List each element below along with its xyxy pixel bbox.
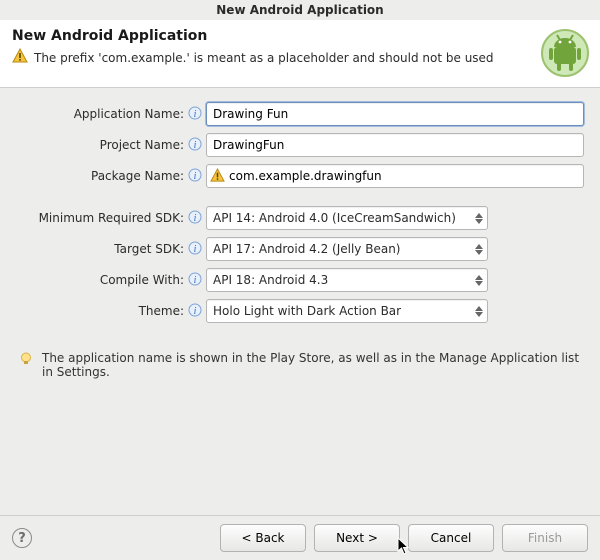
chevron-updown-icon	[475, 305, 483, 318]
android-icon	[540, 28, 590, 81]
warning-icon	[12, 48, 28, 67]
help-button[interactable]: ?	[12, 528, 32, 548]
info-icon[interactable]: i	[188, 106, 202, 123]
next-button[interactable]: Next >	[314, 524, 400, 552]
page-title: New Android Application	[12, 28, 588, 44]
button-bar: ? < Back Next > Cancel Finish	[0, 516, 600, 560]
project-name-input[interactable]	[206, 133, 584, 157]
svg-text:i: i	[194, 213, 197, 224]
chevron-updown-icon	[475, 243, 483, 256]
finish-button[interactable]: Finish	[502, 524, 588, 552]
theme-label: Theme:	[4, 304, 186, 318]
min-sdk-value: API 14: Android 4.0 (IceCreamSandwich)	[213, 211, 456, 225]
compile-with-value: API 18: Android 4.3	[213, 273, 328, 287]
project-name-label: Project Name:	[4, 138, 186, 152]
info-icon[interactable]: i	[188, 272, 202, 289]
lightbulb-icon	[18, 351, 34, 370]
app-name-label: Application Name:	[4, 107, 186, 121]
target-sdk-value: API 17: Android 4.2 (Jelly Bean)	[213, 242, 400, 256]
theme-value: Holo Light with Dark Action Bar	[213, 304, 401, 318]
info-icon[interactable]: i	[188, 168, 202, 185]
chevron-updown-icon	[475, 212, 483, 225]
svg-text:i: i	[194, 171, 197, 182]
hint-text: The application name is shown in the Pla…	[42, 351, 582, 379]
package-name-input[interactable]	[206, 164, 584, 188]
svg-text:i: i	[194, 109, 197, 120]
min-sdk-label: Minimum Required SDK:	[4, 211, 186, 225]
info-icon[interactable]: i	[188, 210, 202, 227]
package-name-label: Package Name:	[4, 169, 186, 183]
target-sdk-select[interactable]: API 17: Android 4.2 (Jelly Bean)	[206, 237, 488, 261]
back-button[interactable]: < Back	[220, 524, 306, 552]
warning-icon	[210, 168, 225, 186]
svg-text:i: i	[194, 244, 197, 255]
window-title: New Android Application	[0, 0, 600, 20]
theme-select[interactable]: Holo Light with Dark Action Bar	[206, 299, 488, 323]
svg-text:i: i	[194, 140, 197, 151]
chevron-updown-icon	[475, 274, 483, 287]
hint: The application name is shown in the Pla…	[12, 345, 588, 385]
info-icon[interactable]: i	[188, 241, 202, 258]
banner: New Android Application The prefix 'com.…	[0, 20, 600, 88]
info-icon[interactable]: i	[188, 137, 202, 154]
target-sdk-label: Target SDK:	[4, 242, 186, 256]
cancel-button[interactable]: Cancel	[408, 524, 494, 552]
compile-with-label: Compile With:	[4, 273, 186, 287]
info-icon[interactable]: i	[188, 303, 202, 320]
app-name-input[interactable]	[206, 102, 584, 126]
compile-with-select[interactable]: API 18: Android 4.3	[206, 268, 488, 292]
svg-text:i: i	[194, 275, 197, 286]
min-sdk-select[interactable]: API 14: Android 4.0 (IceCreamSandwich)	[206, 206, 488, 230]
form: Application Name: i Project Name: i Pack…	[0, 88, 600, 323]
warning-text: The prefix 'com.example.' is meant as a …	[34, 51, 494, 65]
svg-text:i: i	[194, 306, 197, 317]
